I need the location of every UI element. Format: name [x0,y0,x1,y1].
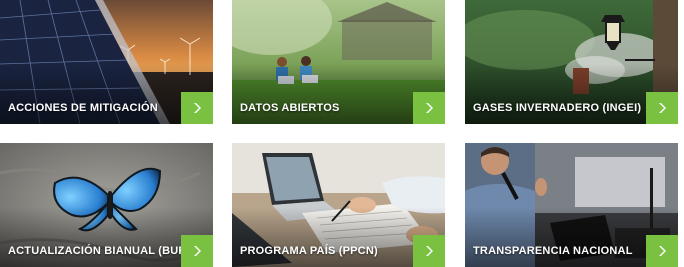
arrow-right-icon [194,103,201,113]
go-button[interactable] [646,92,678,124]
tile-label: TRANSPARENCIA NACIONAL [473,245,633,257]
tile-label: ACCIONES DE MITIGACIÓN [8,102,158,114]
arrow-right-icon [194,246,201,256]
go-button[interactable] [413,92,445,124]
tile-datos-abiertos[interactable]: DATOS ABIERTOS [232,0,445,124]
go-button[interactable] [181,235,213,267]
go-button[interactable] [646,235,678,267]
tile-gases-invernadero[interactable]: GASES INVERNADERO (INGEI) [465,0,678,124]
tile-label: DATOS ABIERTOS [240,102,340,114]
go-button[interactable] [181,92,213,124]
arrow-right-icon [426,246,433,256]
tile-programa-pais[interactable]: PROGRAMA PAÍS (PPCN) [232,143,445,267]
go-button[interactable] [413,235,445,267]
arrow-right-icon [659,246,666,256]
tile-actualizacion-bianual[interactable]: ACTUALIZACIÓN BIANUAL (BUR) [0,143,213,267]
tile-transparencia-nacional[interactable]: TRANSPARENCIA NACIONAL [465,143,678,267]
tile-label: ACTUALIZACIÓN BIANUAL (BUR) [8,245,191,257]
arrow-right-icon [659,103,666,113]
tile-label: GASES INVERNADERO (INGEI) [473,102,642,114]
arrow-right-icon [426,103,433,113]
tile-label: PROGRAMA PAÍS (PPCN) [240,245,378,257]
tile-acciones-de-mitigacion[interactable]: ACCIONES DE MITIGACIÓN [0,0,213,124]
